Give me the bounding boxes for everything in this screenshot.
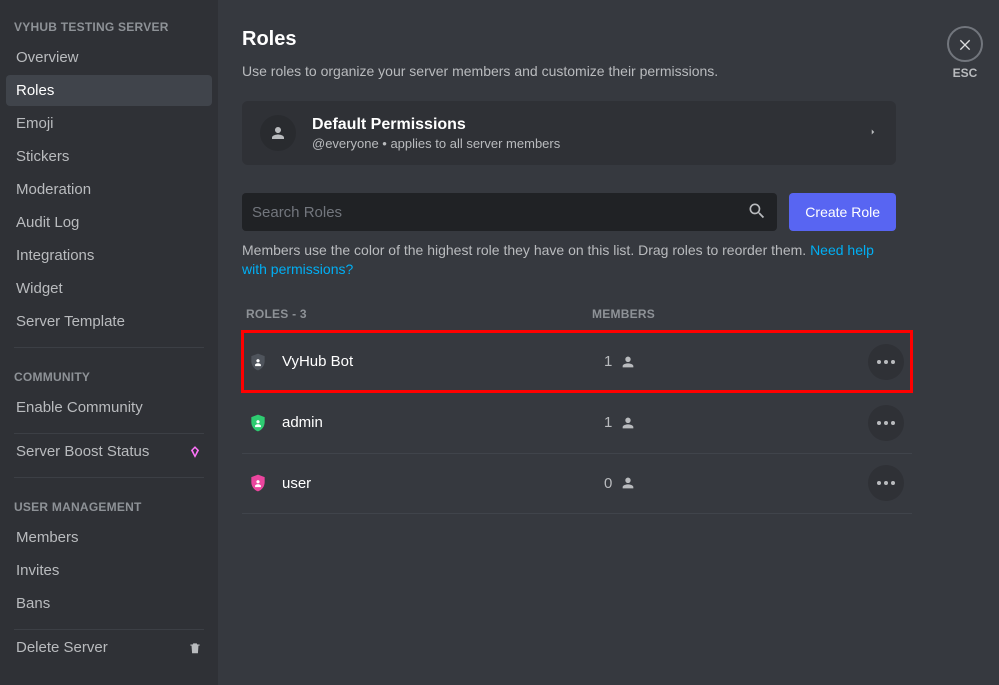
sidebar-item-label: Invites (16, 562, 59, 579)
sidebar-section-header: COMMUNITY (6, 350, 212, 390)
search-roles-input[interactable] (252, 204, 747, 221)
sidebar-item-overview[interactable]: Overview (6, 42, 212, 73)
create-role-button[interactable]: Create Role (789, 193, 896, 231)
role-member-count: 1 (604, 353, 636, 370)
shield-icon (248, 352, 268, 372)
members-icon (260, 115, 296, 151)
sidebar-divider (14, 477, 204, 478)
shield-icon (248, 413, 268, 433)
search-roles-input-wrap[interactable] (242, 193, 777, 231)
search-icon (747, 201, 767, 224)
sidebar-item-label: Overview (16, 49, 79, 66)
settings-sidebar: VYHUB TESTING SERVER Overview Roles Emoji St… (0, 0, 218, 685)
esc-label: ESC (953, 66, 978, 80)
role-member-count: 1 (604, 414, 636, 431)
sidebar-item-label: Moderation (16, 181, 91, 198)
sidebar-item-label: Integrations (16, 247, 94, 264)
sidebar-item-stickers[interactable]: Stickers (6, 141, 212, 172)
role-more-button[interactable] (868, 465, 904, 501)
sidebar-item-invites[interactable]: Invites (6, 555, 212, 586)
shield-icon (248, 473, 268, 493)
sidebar-item-label: Bans (16, 595, 50, 612)
default-permissions-sub: @everyone • applies to all server member… (312, 136, 560, 151)
sidebar-item-label: Widget (16, 280, 63, 297)
col-roles: ROLES - 3 (246, 307, 592, 321)
sidebar-item-integrations[interactable]: Integrations (6, 240, 212, 271)
sidebar-item-emoji[interactable]: Emoji (6, 108, 212, 139)
role-row[interactable]: user0 (242, 453, 912, 514)
sidebar-item-server-template[interactable]: Server Template (6, 306, 212, 337)
role-member-count: 0 (604, 475, 636, 492)
close-icon (947, 26, 983, 62)
sidebar-item-moderation[interactable]: Moderation (6, 174, 212, 205)
sidebar-item-enable-community[interactable]: Enable Community (6, 392, 212, 423)
sidebar-item-roles[interactable]: Roles (6, 75, 212, 106)
sidebar-item-label: Audit Log (16, 214, 79, 231)
chevron-right-icon (868, 124, 878, 143)
sidebar-item-label: Stickers (16, 148, 69, 165)
col-members: MEMBERS (592, 307, 655, 321)
sidebar-item-label: Server Template (16, 313, 125, 330)
sidebar-divider (14, 347, 204, 348)
role-more-button[interactable] (868, 344, 904, 380)
default-permissions-title: Default Permissions (312, 116, 560, 134)
page-title: Roles (242, 28, 939, 51)
sidebar-item-label: Emoji (16, 115, 54, 132)
sidebar-section-header: VYHUB TESTING SERVER (6, 0, 212, 40)
more-icon (877, 481, 895, 485)
role-row[interactable]: admin1 (242, 392, 912, 453)
role-name: admin (282, 414, 604, 431)
sidebar-item-server-boost-status[interactable]: Server Boost Status (6, 436, 212, 467)
person-icon (620, 354, 636, 370)
trash-icon (188, 641, 202, 655)
sidebar-item-label: Roles (16, 82, 54, 99)
sidebar-item-delete-server[interactable]: Delete Server (6, 632, 212, 663)
role-column-headers: ROLES - 3 MEMBERS (242, 307, 896, 331)
sidebar-item-label: Enable Community (16, 399, 143, 416)
more-icon (877, 360, 895, 364)
roles-hint: Members use the color of the highest rol… (242, 241, 896, 279)
sidebar-item-audit-log[interactable]: Audit Log (6, 207, 212, 238)
sidebar-item-label: Members (16, 529, 79, 546)
more-icon (877, 421, 895, 425)
page-subtitle: Use roles to organize your server member… (242, 63, 939, 79)
sidebar-divider (14, 433, 204, 434)
sidebar-item-widget[interactable]: Widget (6, 273, 212, 304)
boost-icon (188, 445, 202, 459)
close-button[interactable]: ESC (947, 26, 983, 80)
role-name: user (282, 475, 604, 492)
sidebar-item-label: Delete Server (16, 639, 108, 656)
sidebar-divider (14, 629, 204, 630)
sidebar-item-members[interactable]: Members (6, 522, 212, 553)
sidebar-item-bans[interactable]: Bans (6, 588, 212, 619)
sidebar-item-label: Server Boost Status (16, 443, 149, 460)
sidebar-section-header: USER MANAGEMENT (6, 480, 212, 520)
role-row[interactable]: VyHub Bot1 (242, 331, 912, 392)
role-list: VyHub Bot1admin1user0 (242, 331, 912, 514)
default-permissions-card[interactable]: Default Permissions @everyone • applies … (242, 101, 896, 165)
person-icon (620, 475, 636, 491)
role-more-button[interactable] (868, 405, 904, 441)
role-name: VyHub Bot (282, 353, 604, 370)
roles-panel: ESC Roles Use roles to organize your ser… (218, 0, 999, 685)
person-icon (620, 415, 636, 431)
